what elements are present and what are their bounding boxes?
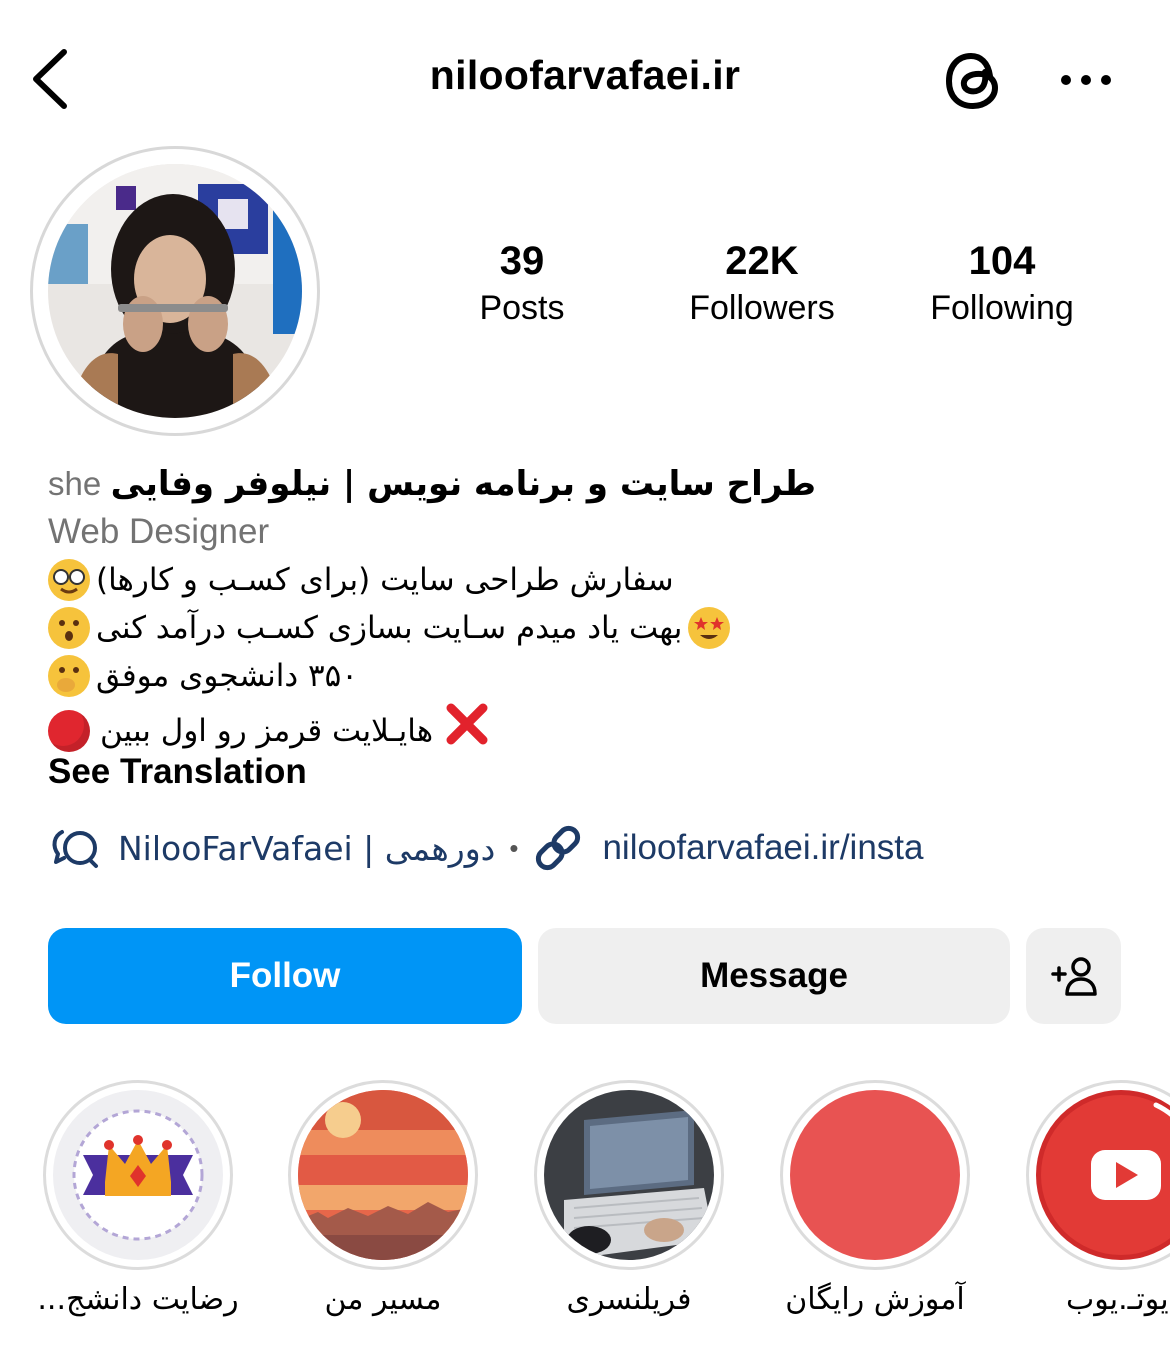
bio-line-3: ۳۵۰ دانشجوی موفق: [48, 652, 358, 700]
bio-text: سفارش طراحی سایت (برای کسـب و کارها): [96, 562, 674, 598]
highlight-label: فریلنسری: [566, 1282, 692, 1317]
highlight-satisfaction[interactable]: [43, 1080, 233, 1270]
bio-name-line: she طراح سایت و برنامه نویس | نیلوفر وفا…: [48, 460, 816, 508]
highlight-freelancing[interactable]: [534, 1080, 724, 1270]
highlight-label: یوتـ.یوب: [1010, 1282, 1170, 1317]
highlight-label: آموزش رایگان: [785, 1282, 965, 1317]
posts-label: Posts: [479, 289, 565, 327]
website-link-text: niloofarvafaei.ir/insta: [602, 828, 924, 867]
red-circle-icon: [48, 709, 90, 752]
threads-button[interactable]: [938, 46, 1008, 116]
profile-links: NilooFarVafaei | دورهمی • niloofarvafaei…: [48, 820, 923, 876]
bio-line-1: سفارش طراحی سایت (برای کسـب و کارها): [48, 556, 674, 604]
hushed-face-icon: [48, 607, 90, 649]
highlight-label-text: یوتـ.یوب: [1066, 1282, 1169, 1317]
category-label: Web Designer: [48, 512, 270, 551]
bio-text: ۳۵۰ دانشجوی موفق: [96, 658, 358, 694]
highlight-youtube[interactable]: [1026, 1080, 1170, 1270]
star-struck-icon: [688, 607, 731, 649]
bio-text: بهت یاد میدم سـایت بسازی کسـب درآمد کنی: [96, 610, 683, 646]
follow-button[interactable]: Follow: [48, 928, 522, 1024]
red-circle-cover: [790, 1090, 960, 1260]
threads-icon: [945, 52, 999, 110]
more-options-button[interactable]: [1052, 50, 1122, 110]
pronoun: she: [48, 465, 102, 502]
threads-link-text: NilooFarVafaei | دورهمی: [118, 828, 496, 868]
highlight-label: مسیر من: [324, 1282, 442, 1317]
followers-label: Followers: [689, 289, 835, 327]
cross-mark-icon: [443, 700, 491, 761]
following-count[interactable]: 104 Following: [882, 238, 1122, 330]
add-person-icon: [1050, 957, 1097, 996]
link-separator: •: [509, 832, 519, 863]
youtube-icon: [1036, 1090, 1170, 1260]
see-translation-link[interactable]: See Translation: [48, 748, 307, 796]
followers-count[interactable]: 22K Followers: [642, 238, 882, 330]
laptop-cover: [544, 1090, 714, 1260]
threads-badge-icon: [52, 830, 98, 868]
face-with-hand-icon: [48, 655, 90, 697]
highlight-label: رضایت دانشج...: [37, 1282, 239, 1317]
posts-count[interactable]: 39 Posts: [402, 238, 642, 330]
highlight-my-path[interactable]: [288, 1080, 478, 1270]
website-link[interactable]: niloofarvafaei.ir/insta: [532, 822, 923, 874]
threads-link[interactable]: NilooFarVafaei | دورهمی: [48, 824, 495, 872]
suggested-accounts-button[interactable]: [1026, 928, 1121, 1024]
sunset-cover: [298, 1090, 468, 1260]
followers-value: 22K: [725, 239, 799, 283]
nerd-face-icon: [48, 559, 90, 601]
following-label: Following: [930, 289, 1074, 327]
following-value: 104: [968, 239, 1036, 283]
full-name: طراح سایت و برنامه نویس | نیلوفر وفایی: [110, 464, 816, 504]
more-horizontal-icon: [1061, 75, 1111, 85]
bio-line-2: بهت یاد میدم سـایت بسازی کسـب درآمد کنی: [48, 604, 731, 652]
highlight-free-tutorial[interactable]: [780, 1080, 970, 1270]
posts-value: 39: [499, 239, 545, 283]
link-icon: [536, 825, 581, 871]
avatar[interactable]: [48, 164, 302, 418]
message-button[interactable]: Message: [538, 928, 1010, 1024]
crown-badge-icon: [53, 1090, 223, 1260]
